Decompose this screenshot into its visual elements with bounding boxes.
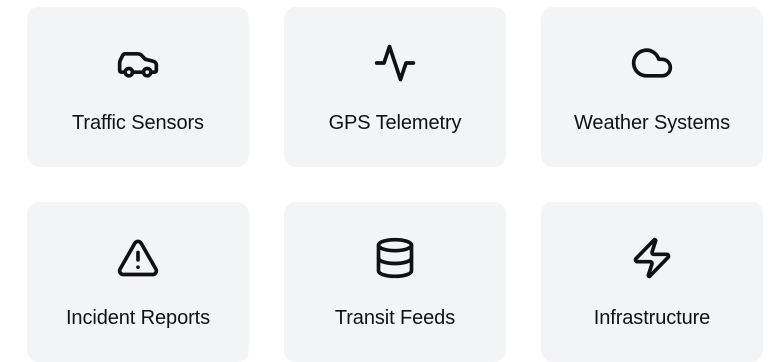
card-gps-telemetry[interactable]: GPS Telemetry — [284, 7, 506, 167]
card-traffic-sensors[interactable]: Traffic Sensors — [27, 7, 249, 167]
card-label: GPS Telemetry — [328, 112, 462, 134]
card-label: Traffic Sensors — [72, 112, 204, 134]
database-icon — [373, 236, 417, 280]
card-label: Weather Systems — [574, 112, 730, 134]
activity-icon — [373, 41, 417, 85]
data-source-grid: Traffic Sensors GPS Telemetry Weather Sy… — [27, 7, 763, 362]
lightning-bolt-icon — [630, 236, 674, 280]
card-label: Incident Reports — [65, 307, 211, 329]
cloud-icon — [630, 41, 674, 85]
car-icon — [116, 41, 160, 85]
card-label: Transit Feeds — [334, 307, 456, 329]
warning-triangle-icon — [116, 236, 160, 280]
card-weather-systems[interactable]: Weather Systems — [541, 7, 763, 167]
card-label: Infrastructure — [593, 307, 711, 329]
card-incident-reports[interactable]: Incident Reports — [27, 202, 249, 362]
card-transit-feeds[interactable]: Transit Feeds — [284, 202, 506, 362]
card-infrastructure[interactable]: Infrastructure — [541, 202, 763, 362]
